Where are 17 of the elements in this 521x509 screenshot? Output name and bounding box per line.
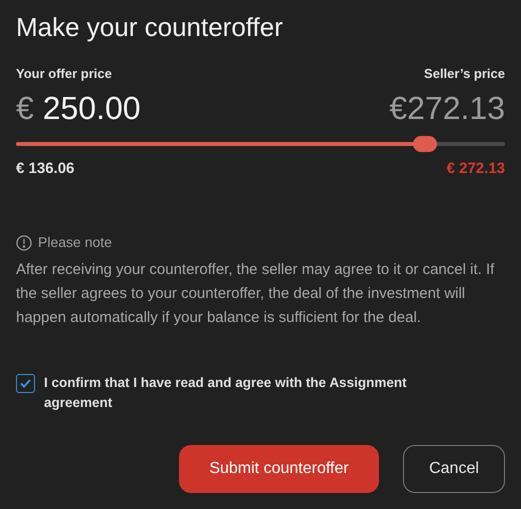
- confirm-checkbox[interactable]: [16, 374, 35, 393]
- submit-button[interactable]: Submit counteroffer: [179, 445, 379, 493]
- note-text: After receiving your counteroffer, the seller may agree to it or cancel it. If the seller agrees to your counteroffer, the deal of the investment will happen automatically if your balance is sufficient for the deal.: [16, 260, 496, 328]
- offer-price: € 250.00: [16, 88, 141, 128]
- slider-thumb[interactable]: [413, 136, 438, 152]
- dialog-title: Make your counteroffer: [16, 11, 284, 44]
- max-price: € 272.13: [446, 158, 505, 178]
- info-icon: [16, 234, 32, 250]
- cancel-button[interactable]: Cancel: [403, 445, 505, 493]
- seller-price: €272.13: [389, 88, 505, 128]
- offer-price-label: Your offer price: [16, 65, 112, 83]
- seller-price-label: Seller’s price: [424, 65, 505, 83]
- confirm-label: I confirm that I have read and agree with the Assignment agreement: [44, 374, 408, 412]
- check-icon: [20, 379, 31, 388]
- price-slider[interactable]: [16, 134, 505, 154]
- note-title: Please note: [38, 233, 112, 252]
- min-price: € 136.06: [16, 158, 74, 178]
